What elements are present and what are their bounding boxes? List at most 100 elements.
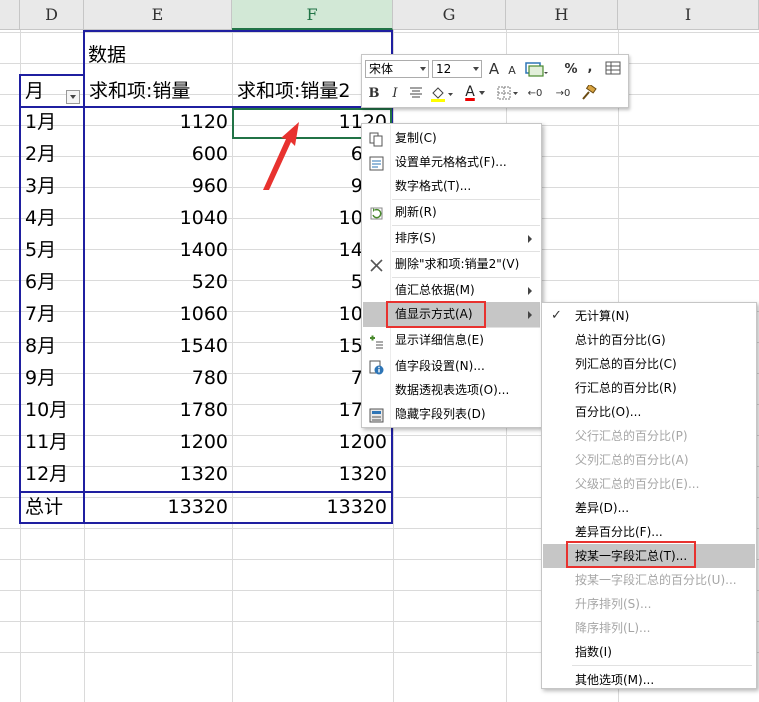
pivot-row-month[interactable]: 9月 <box>21 363 83 394</box>
submenu-item-3[interactable]: 列汇总的百分比(C) <box>543 352 755 376</box>
submenu-item-label: 指数(I) <box>575 645 612 659</box>
column-header-i[interactable]: I <box>618 0 759 30</box>
bold-button[interactable]: B <box>366 85 382 103</box>
submenu-item-label: 无计算(N) <box>575 309 630 323</box>
submenu-item-14: 降序排列(L)... <box>543 616 755 640</box>
pivot-row-value-sum2[interactable]: 1200 <box>233 427 391 458</box>
pivot-row-value-sum1[interactable]: 1060 <box>85 299 232 330</box>
context-menu-item-2[interactable]: 设置单元格格式(F)... <box>363 150 540 175</box>
increase-decimal-icon: ←0 <box>527 88 543 99</box>
font-name-value: 宋体 <box>369 62 394 76</box>
show-details-icon <box>369 333 384 349</box>
column-header-corner[interactable] <box>0 0 20 30</box>
accounting-format-button[interactable] <box>522 60 550 78</box>
pivot-row-value-sum1[interactable]: 960 <box>85 171 232 202</box>
menu-separator <box>392 251 540 252</box>
context-menu-item-9[interactable]: 显示详细信息(E) <box>363 328 540 353</box>
decrease-decimal-icon: →0 <box>555 88 571 99</box>
submenu-item-8: 父级汇总的百分比(E)... <box>543 472 755 496</box>
column-header-g[interactable]: G <box>393 0 506 30</box>
pivot-data-label[interactable]: 数据 <box>84 40 232 71</box>
pivot-row-month[interactable]: 5月 <box>21 235 83 266</box>
submenu-item-label: 父级汇总的百分比(E)... <box>575 477 700 491</box>
context-menu-item-label: 复制(C) <box>395 131 437 145</box>
pivot-row-value-sum1[interactable]: 1540 <box>85 331 232 362</box>
pivot-row-month[interactable]: 6月 <box>21 267 83 298</box>
grow-font-button[interactable]: A <box>486 60 502 78</box>
submenu-item-16[interactable]: 其他选项(M)... <box>543 668 755 692</box>
context-menu-item-7[interactable]: 值汇总依据(M) <box>363 278 540 303</box>
pivot-border-header-top <box>19 74 85 76</box>
pivot-row-value-sum1[interactable]: 1040 <box>85 203 232 234</box>
submenu-item-9[interactable]: 差异(D)... <box>543 496 755 520</box>
pivot-row-month[interactable]: 11月 <box>21 427 83 458</box>
pivot-row-month[interactable]: 1月 <box>21 107 83 138</box>
context-menu-item-3[interactable]: 数字格式(T)... <box>363 174 540 199</box>
context-menu-item-label: 设置单元格格式(F)... <box>395 155 507 169</box>
italic-button[interactable]: I <box>388 85 402 103</box>
submenu-item-4[interactable]: 行汇总的百分比(R) <box>543 376 755 400</box>
pivot-row-value-sum1[interactable]: 1780 <box>85 395 232 426</box>
menu-separator <box>392 199 540 200</box>
submenu-item-label: 列汇总的百分比(C) <box>575 357 677 371</box>
decrease-decimal-button[interactable]: →0 <box>552 85 574 103</box>
font-name-select[interactable]: 宋体 <box>365 60 429 78</box>
borders-button[interactable] <box>496 85 520 103</box>
pivot-row-month[interactable]: 2月 <box>21 139 83 170</box>
annotation-arrow-1 <box>263 122 299 190</box>
context-menu-item-10[interactable]: 值字段设置(N)... <box>363 354 540 379</box>
submenu-item-15[interactable]: 指数(I) <box>543 640 755 664</box>
format-painter-button[interactable] <box>578 83 598 103</box>
column-header-h[interactable]: H <box>506 0 618 30</box>
pivot-total-v1[interactable]: 13320 <box>85 492 232 523</box>
pivot-row-value-sum1[interactable]: 600 <box>85 139 232 170</box>
pivot-row-value-sum1[interactable]: 1400 <box>85 235 232 266</box>
context-menu-item-1[interactable]: 复制(C) <box>363 126 540 151</box>
pivot-row-month[interactable]: 4月 <box>21 203 83 234</box>
column-header-d[interactable]: D <box>20 0 84 30</box>
field-list-icon <box>369 407 384 423</box>
filter-dropdown-button[interactable] <box>66 90 80 104</box>
pivot-row-month[interactable]: 8月 <box>21 331 83 362</box>
context-menu-item-6[interactable]: 删除"求和项:销量2"(V) <box>363 252 540 277</box>
pivot-row-month[interactable]: 10月 <box>21 395 83 426</box>
align-center-button[interactable] <box>408 85 424 103</box>
context-menu-item-11[interactable]: 数据透视表选项(O)... <box>363 378 540 403</box>
annotation-box-value-display <box>386 301 486 328</box>
column-header-e[interactable]: E <box>84 0 232 30</box>
column-header-f[interactable]: F <box>232 0 393 30</box>
pivot-row-value-sum1[interactable]: 1120 <box>85 107 232 138</box>
font-size-select[interactable]: 12 <box>432 60 482 78</box>
pivot-row-value-sum2[interactable]: 1320 <box>233 459 391 490</box>
copy-icon <box>369 131 384 147</box>
menu-separator <box>392 225 540 226</box>
submenu-item-2[interactable]: 总计的百分比(G) <box>543 328 755 352</box>
submenu-item-5[interactable]: 百分比(O)... <box>543 400 755 424</box>
shrink-font-button[interactable]: A <box>505 62 519 80</box>
context-menu-item-label: 排序(S) <box>395 231 436 245</box>
format-cells-icon <box>369 155 384 171</box>
pivot-row-month[interactable]: 3月 <box>21 171 83 202</box>
pivot-total-v2[interactable]: 13320 <box>233 492 391 523</box>
pivot-row-value-sum1[interactable]: 780 <box>85 363 232 394</box>
increase-decimal-button[interactable]: ←0 <box>524 85 546 103</box>
format-painter-table-button[interactable] <box>604 60 622 78</box>
percent-button[interactable]: % <box>562 61 580 79</box>
context-menu-item-5[interactable]: 排序(S) <box>363 226 540 251</box>
mini-toolbar: 宋体 12 A A % , B I A ←0 →0 <box>361 54 629 108</box>
pivot-row-value-sum1[interactable]: 1320 <box>85 459 232 490</box>
context-menu-item-4[interactable]: 刷新(R) <box>363 200 540 225</box>
context-menu-item-12[interactable]: 隐藏字段列表(D) <box>363 402 540 427</box>
fill-color-button[interactable] <box>430 85 454 103</box>
pivot-total-label[interactable]: 总计 <box>21 492 83 523</box>
pivot-row-value-sum1[interactable]: 520 <box>85 267 232 298</box>
submenu-item-6: 父行汇总的百分比(P) <box>543 424 755 448</box>
submenu-arrow-icon <box>528 287 532 295</box>
pivot-row-value-sum1[interactable]: 1200 <box>85 427 232 458</box>
submenu-item-1[interactable]: ✓ 无计算(N) <box>543 304 755 328</box>
comma-button[interactable]: , <box>584 59 596 77</box>
pivot-header-sum1[interactable]: 求和项:销量 <box>85 76 232 107</box>
font-color-button[interactable]: A <box>462 83 488 101</box>
pivot-row-month[interactable]: 7月 <box>21 299 83 330</box>
pivot-row-month[interactable]: 12月 <box>21 459 83 490</box>
